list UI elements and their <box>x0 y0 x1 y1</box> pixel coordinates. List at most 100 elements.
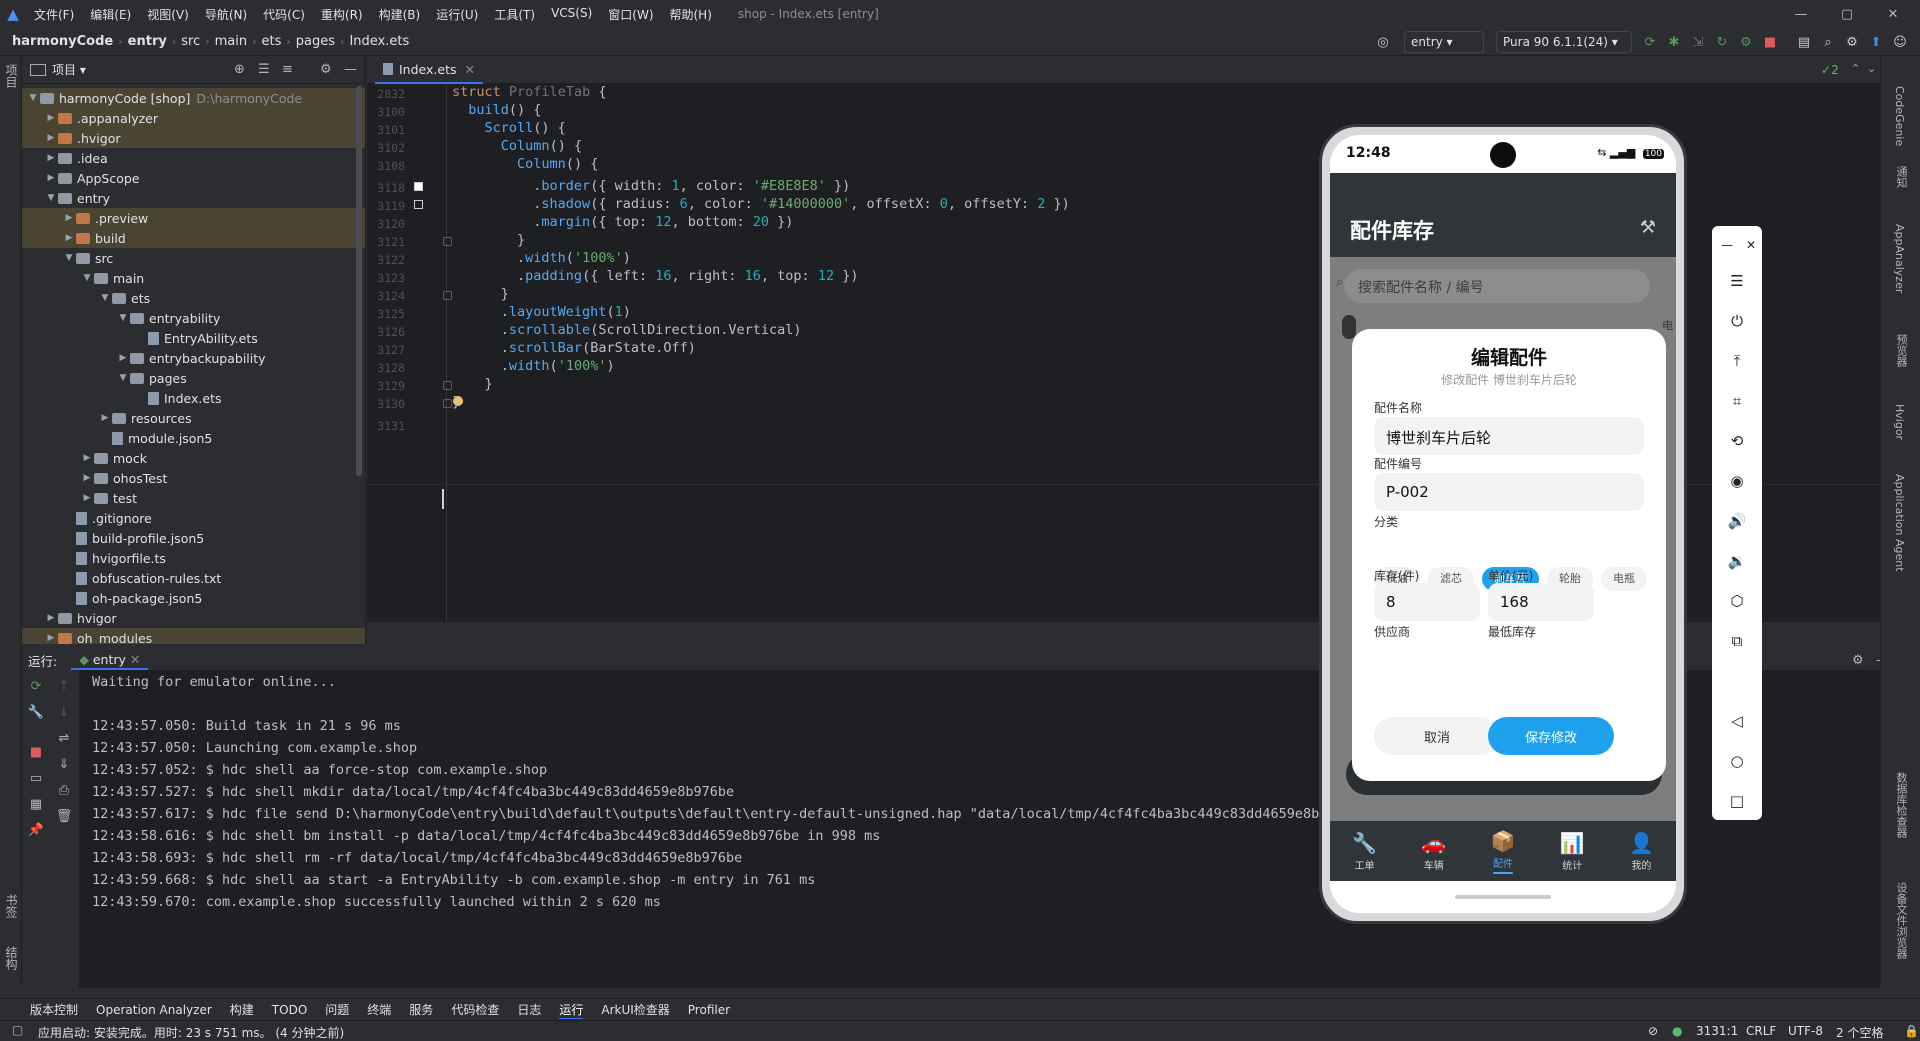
profile-icon[interactable]: ⚙ <box>1736 31 1756 53</box>
attach-icon[interactable]: ⇲ <box>1688 31 1708 53</box>
menu-item[interactable]: 代码(C) <box>255 6 313 23</box>
right-tool-tab[interactable]: 设备文件浏览器 <box>1893 882 1909 959</box>
tree-item[interactable]: ▶ resources <box>22 408 365 428</box>
status-message[interactable]: 应用启动: 安装完成。用时: 23 s 751 ms。 (4 分钟之前) <box>38 1024 344 1041</box>
menu-item[interactable]: 视图(V) <box>139 6 197 23</box>
tree-item[interactable]: ▼ pages <box>22 368 365 388</box>
tree-item[interactable]: ▼ harmonyCode [shop] D:\harmonyCode <box>22 88 365 108</box>
right-tool-tab[interactable]: Application Agent <box>1893 474 1906 572</box>
parts-search-input[interactable]: ⌕ 搜索配件名称 / 编号 <box>1336 269 1650 303</box>
project-panel-title[interactable]: 项目 <box>52 61 76 78</box>
code-line[interactable]: .scrollBar(BarState.Off) <box>452 340 696 356</box>
code-line[interactable]: Scroll() { <box>452 120 566 136</box>
right-tool-tab[interactable]: 预览器 <box>1893 334 1909 367</box>
code-line[interactable]: .width('100%') <box>452 250 631 266</box>
fold-marker-icon[interactable] <box>443 291 452 300</box>
chevron-right-icon[interactable]: ▶ <box>80 493 94 503</box>
bottom-tool-tab[interactable]: Operation Analyzer <box>96 1003 212 1017</box>
print-icon[interactable]: ⎙ <box>54 780 74 800</box>
settings-icon[interactable]: ⚙ <box>1842 31 1862 53</box>
restore-layout-icon[interactable]: ▭ <box>26 768 46 788</box>
emu-home-icon[interactable]: ○ <box>1712 750 1762 772</box>
code-line[interactable]: .layoutWeight(1) <box>452 304 631 320</box>
update-icon[interactable]: ⬆ <box>1866 31 1886 53</box>
menu-item[interactable]: 帮助(H) <box>662 6 720 23</box>
pin-icon[interactable]: 📌 <box>26 820 46 840</box>
tree-item[interactable]: ▼ ets <box>22 288 365 308</box>
cancel-button[interactable]: 取消 <box>1374 717 1500 755</box>
code-line[interactable]: Column() { <box>452 156 598 172</box>
emu-volume-up-icon[interactable]: 🔊 <box>1712 510 1762 532</box>
panel-settings-icon[interactable]: ⚙ <box>320 62 332 77</box>
tree-item[interactable]: ▶ ohosTest <box>22 468 365 488</box>
tree-item[interactable]: Index.ets <box>22 388 365 408</box>
tree-item[interactable]: ▶ hvigor <box>22 608 365 628</box>
emu-fold-icon[interactable]: ⬡ <box>1712 590 1762 612</box>
chevron-right-icon[interactable]: ▶ <box>44 113 58 123</box>
tree-item[interactable]: ▼ entryability <box>22 308 365 328</box>
bottom-tool-tab[interactable]: ArkUI检查器 <box>601 1001 669 1018</box>
chevron-down-icon[interactable]: ▼ <box>62 253 76 263</box>
chevron-right-icon[interactable]: ▶ <box>44 173 58 183</box>
bottom-tool-tab[interactable]: 日志 <box>517 1001 541 1018</box>
menu-item[interactable]: 导航(N) <box>197 6 255 23</box>
emu-rotate-icon[interactable]: ⟲ <box>1712 430 1762 452</box>
search-icon[interactable]: ⌕ <box>1818 31 1838 53</box>
target-icon[interactable]: ◎ <box>1372 31 1394 53</box>
right-tool-tab[interactable]: 数据库检查器 <box>1893 772 1909 838</box>
chevron-down-icon[interactable]: ▼ <box>44 193 58 203</box>
emu-top-icon[interactable]: ⤒ <box>1712 350 1762 372</box>
phone-tab[interactable]: 🚗 车辆 <box>1399 821 1468 881</box>
right-tool-tab[interactable]: 通知 <box>1893 166 1909 188</box>
tree-item[interactable]: ▶ build <box>22 228 365 248</box>
fold-marker-icon[interactable] <box>443 237 452 246</box>
close-icon[interactable]: ✕ <box>1870 0 1916 28</box>
phone-tab[interactable]: 👤 我的 <box>1607 821 1676 881</box>
chevron-right-icon[interactable]: ▶ <box>80 473 94 483</box>
layout-icon[interactable]: ▦ <box>26 794 46 814</box>
tree-item[interactable]: ▶ .idea <box>22 148 365 168</box>
code-line[interactable]: struct ProfileTab { <box>452 84 606 100</box>
tree-item[interactable]: hvigorfile.ts <box>22 548 365 568</box>
bottom-tool-tab[interactable]: 服务 <box>409 1001 433 1018</box>
code-line[interactable]: .shadow({ radius: 6, color: '#14000000',… <box>452 196 1070 212</box>
chevron-right-icon[interactable]: ▶ <box>44 613 58 623</box>
menu-item[interactable]: 重构(R) <box>313 6 371 23</box>
tree-item[interactable]: ▶ entrybackupability <box>22 348 365 368</box>
menu-item[interactable]: 编辑(E) <box>82 6 139 23</box>
tree-item[interactable]: EntryAbility.ets <box>22 328 365 348</box>
tree-item[interactable]: build-profile.json5 <box>22 528 365 548</box>
close-run-tab-icon[interactable]: ✕ <box>130 652 140 667</box>
home-indicator[interactable] <box>1455 895 1551 899</box>
stop-run-icon[interactable]: ■ <box>26 742 46 762</box>
rerun-run-icon[interactable]: ⟳ <box>26 676 46 696</box>
expand-all-icon[interactable]: ☰ <box>258 62 270 77</box>
collapse-all-icon[interactable]: ≡ <box>282 62 293 77</box>
breadcrumb-ets[interactable]: ets <box>262 34 282 49</box>
rerun-icon[interactable]: ⟳ <box>1640 31 1660 53</box>
structure-tool-tab[interactable]: 结构 <box>3 946 20 970</box>
code-line[interactable]: } <box>452 232 525 248</box>
bottom-tool-tab[interactable]: TODO <box>272 1003 307 1017</box>
wrench-icon[interactable]: 🔧 <box>26 702 46 722</box>
bottom-tool-tab[interactable]: 构建 <box>230 1001 254 1018</box>
fold-marker-icon[interactable] <box>443 399 452 408</box>
emu-volume-down-icon[interactable]: 🔉 <box>1712 550 1762 572</box>
project-tool-tab[interactable]: 项目 <box>3 64 20 88</box>
bookmarks-tool-tab[interactable]: 书签 <box>3 894 20 918</box>
tree-item[interactable]: obfuscation-rules.txt <box>22 568 365 588</box>
tree-item[interactable]: ▶ AppScope <box>22 168 365 188</box>
hide-panel-icon[interactable]: — <box>344 62 357 77</box>
line-separator[interactable]: CRLF <box>1746 1024 1776 1038</box>
save-button[interactable]: 保存修改 <box>1488 717 1614 755</box>
emu-back-icon[interactable]: ◁ <box>1712 710 1762 732</box>
menu-item[interactable]: 构建(B) <box>371 6 429 23</box>
tree-item[interactable]: ▶ .hvigor <box>22 128 365 148</box>
price-input[interactable]: 168 <box>1488 583 1594 621</box>
tree-item[interactable]: ▼ main <box>22 268 365 288</box>
soft-wrap-icon[interactable]: ⇌ <box>54 728 74 748</box>
maximize-icon[interactable]: ▢ <box>1824 0 1870 28</box>
chevron-down-icon[interactable]: ▼ <box>116 313 130 323</box>
part-code-input[interactable]: P-002 <box>1374 473 1644 511</box>
fold-marker-icon[interactable] <box>443 381 452 390</box>
